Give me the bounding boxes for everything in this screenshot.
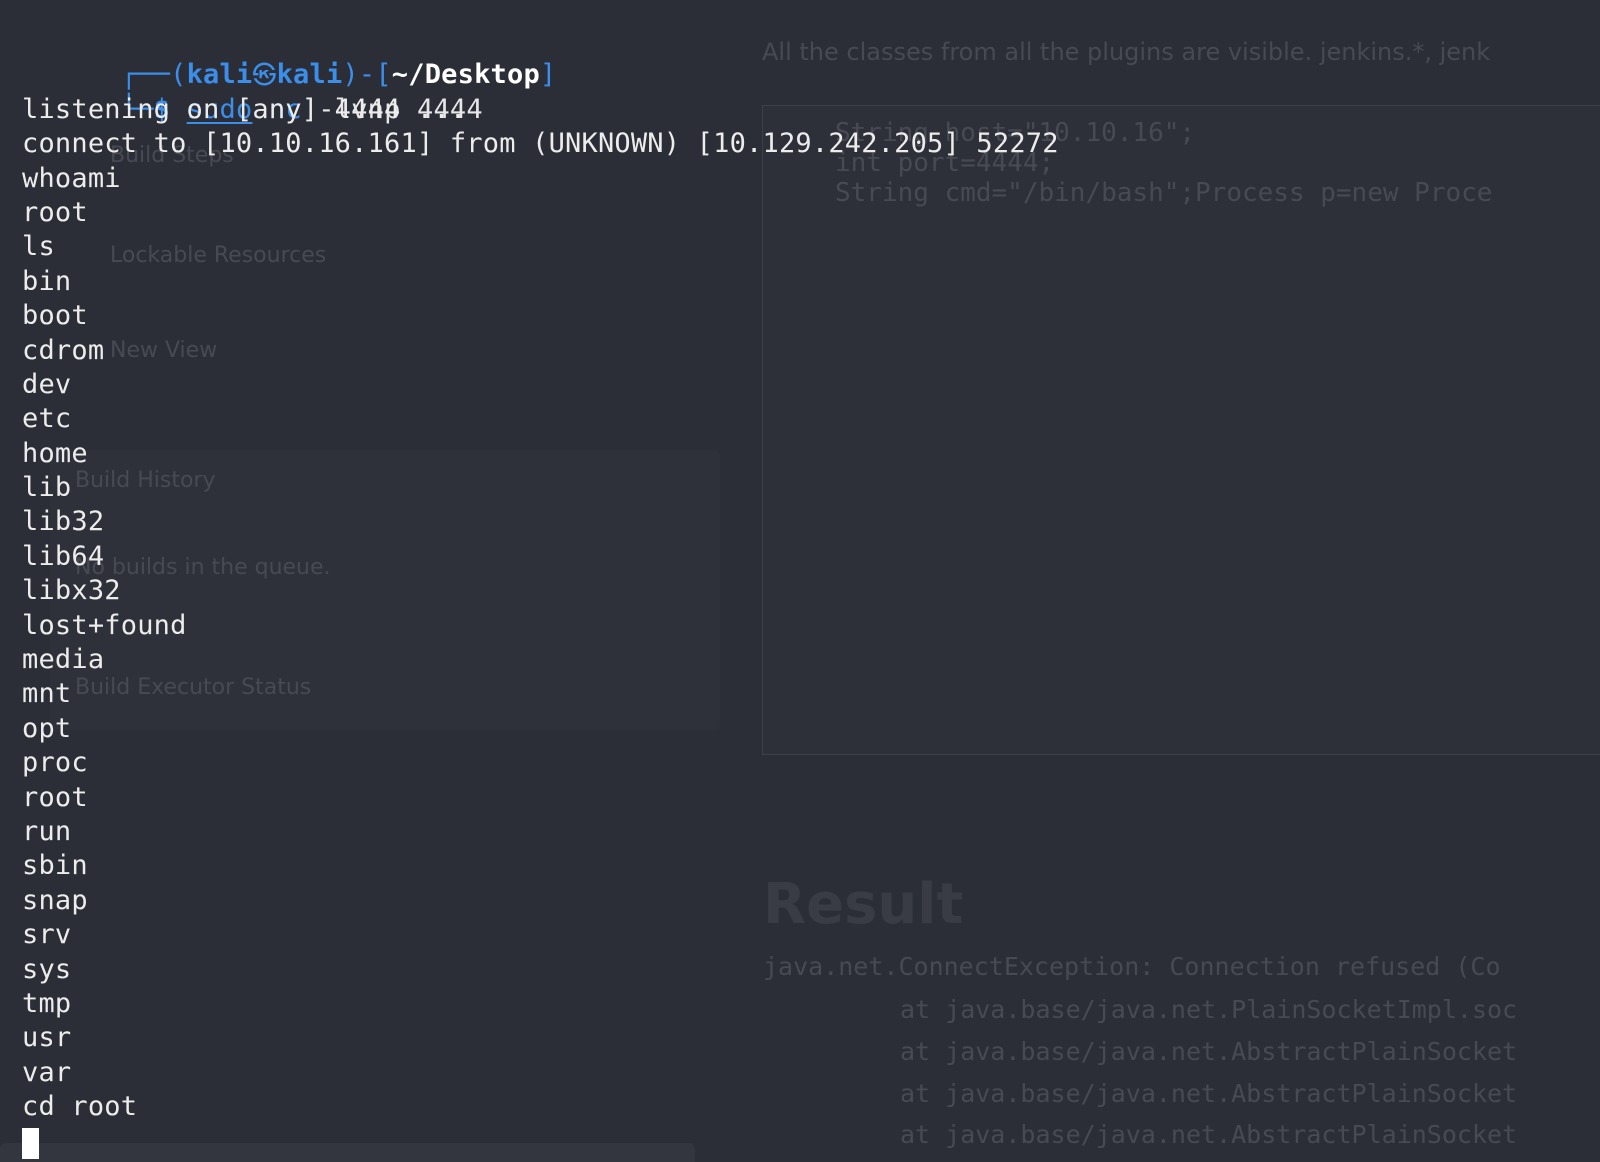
output-line: opt bbox=[22, 712, 72, 744]
output-line: boot bbox=[22, 300, 88, 332]
kali-skull-icon: ㉿ bbox=[252, 61, 277, 90]
output-line: media bbox=[22, 644, 105, 676]
prompt-path: ~/Desktop bbox=[391, 59, 540, 91]
output-line: root bbox=[22, 196, 88, 228]
output-line: run bbox=[22, 815, 72, 847]
output-line: ls bbox=[22, 231, 55, 263]
output-line: sys bbox=[22, 953, 72, 985]
prompt-user: kali bbox=[186, 59, 253, 91]
output-line: tmp bbox=[22, 987, 72, 1019]
prompt-line: ┌──(kali㉿kali)-[~/Desktop] bbox=[22, 24, 1059, 90]
output-line: lost+found bbox=[22, 609, 187, 641]
output-line: bin bbox=[22, 265, 72, 297]
prompt-host: kali bbox=[276, 59, 343, 91]
output-line: whoami bbox=[22, 162, 121, 194]
terminal-cursor[interactable] bbox=[22, 1127, 39, 1159]
prompt-separator: )-[ bbox=[342, 59, 392, 91]
output-line: connect to [10.10.16.161] from (UNKNOWN)… bbox=[22, 128, 1059, 160]
output-line: libx32 bbox=[22, 575, 121, 607]
input-line[interactable] bbox=[22, 1125, 1059, 1159]
output-line: proc bbox=[22, 747, 88, 779]
output-line: etc bbox=[22, 403, 72, 435]
output-line: listening on [any] 4444 ... bbox=[22, 93, 467, 125]
output-line: dev bbox=[22, 368, 72, 400]
output-line: lib64 bbox=[22, 540, 105, 572]
output-line: cdrom bbox=[22, 334, 105, 366]
output-line: lib bbox=[22, 472, 72, 504]
output-line: srv bbox=[22, 919, 72, 951]
output-line: usr bbox=[22, 1022, 72, 1054]
output-line: root bbox=[22, 781, 88, 813]
output-line: mnt bbox=[22, 678, 72, 710]
output-line: snap bbox=[22, 884, 88, 916]
output-line: home bbox=[22, 437, 88, 469]
output-line: sbin bbox=[22, 850, 88, 882]
prompt-corner: ┌──( bbox=[120, 59, 187, 91]
terminal-window[interactable]: All the classes from all the plugins are… bbox=[0, 0, 1600, 1162]
output-line: cd root bbox=[22, 1091, 138, 1123]
prompt-bracket: ] bbox=[539, 59, 557, 91]
output-line: var bbox=[22, 1056, 72, 1088]
output-line: lib32 bbox=[22, 506, 105, 538]
terminal-output[interactable]: ┌──(kali㉿kali)-[~/Desktop] └─$ sudo nc -… bbox=[22, 24, 1059, 1159]
